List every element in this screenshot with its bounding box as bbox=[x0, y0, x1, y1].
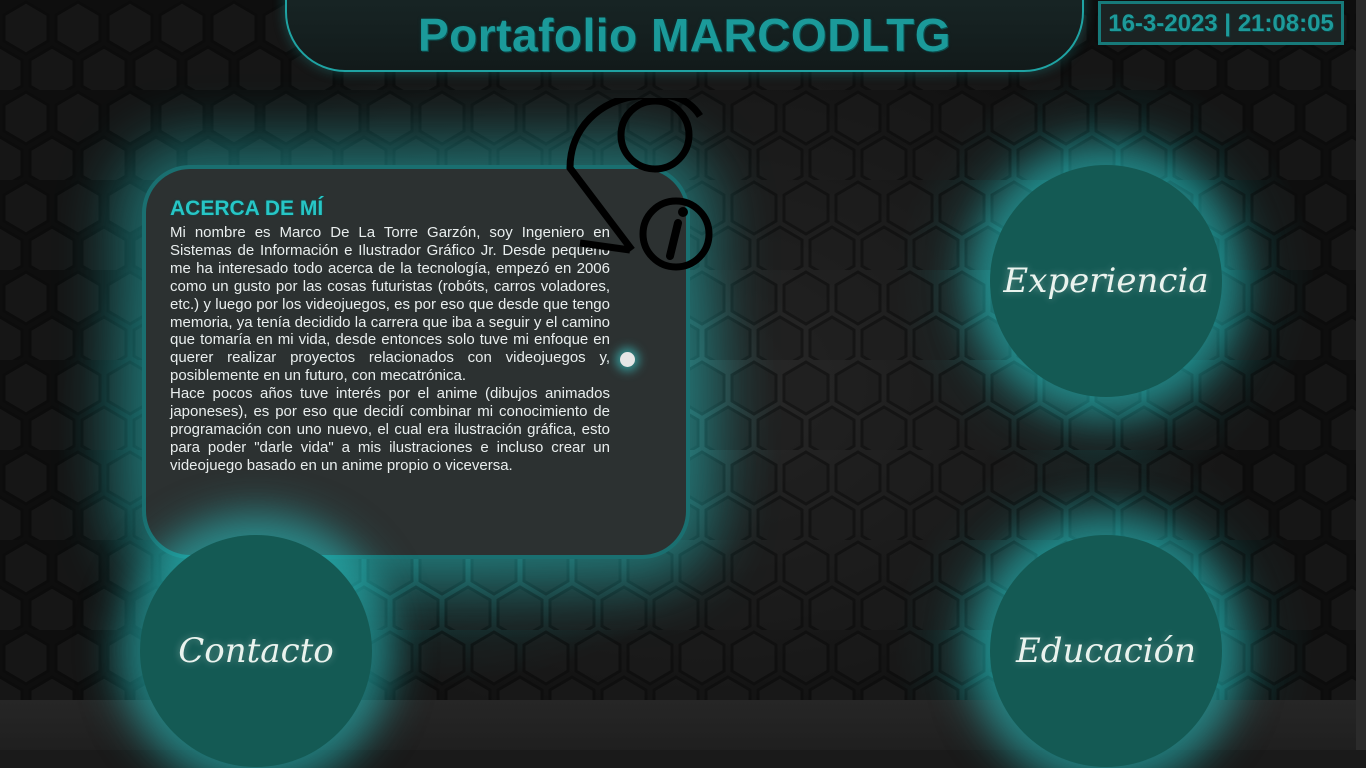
page-title: Portafolio MARCODLTG bbox=[418, 9, 951, 61]
about-paragraph-2: Hace pocos años tuve interés por el anim… bbox=[170, 385, 610, 474]
date-time-clock: 16-3-2023 | 21:08:05 bbox=[1098, 1, 1344, 45]
about-paragraph-1: Mi nombre es Marco De La Torre Garzón, s… bbox=[170, 224, 610, 385]
experiencia-label: Experiencia bbox=[1003, 261, 1209, 301]
about-heading: ACERCA DE MÍ bbox=[170, 197, 324, 220]
vertical-scrollbar[interactable] bbox=[1356, 0, 1366, 750]
carousel-dot[interactable] bbox=[620, 352, 635, 367]
page-background: Portafolio MARCODLTG 16-3-2023 | 21:08:0… bbox=[0, 0, 1366, 768]
contacto-button[interactable]: Contacto bbox=[140, 535, 372, 767]
user-info-icon bbox=[566, 98, 713, 271]
about-text: Mi nombre es Marco De La Torre Garzón, s… bbox=[170, 224, 610, 475]
educacion-label: Educación bbox=[1015, 631, 1197, 671]
contacto-label: Contacto bbox=[178, 631, 334, 671]
page-header: Portafolio MARCODLTG bbox=[285, 0, 1084, 72]
experiencia-button[interactable]: Experiencia bbox=[990, 165, 1222, 397]
educacion-button[interactable]: Educación bbox=[990, 535, 1222, 767]
